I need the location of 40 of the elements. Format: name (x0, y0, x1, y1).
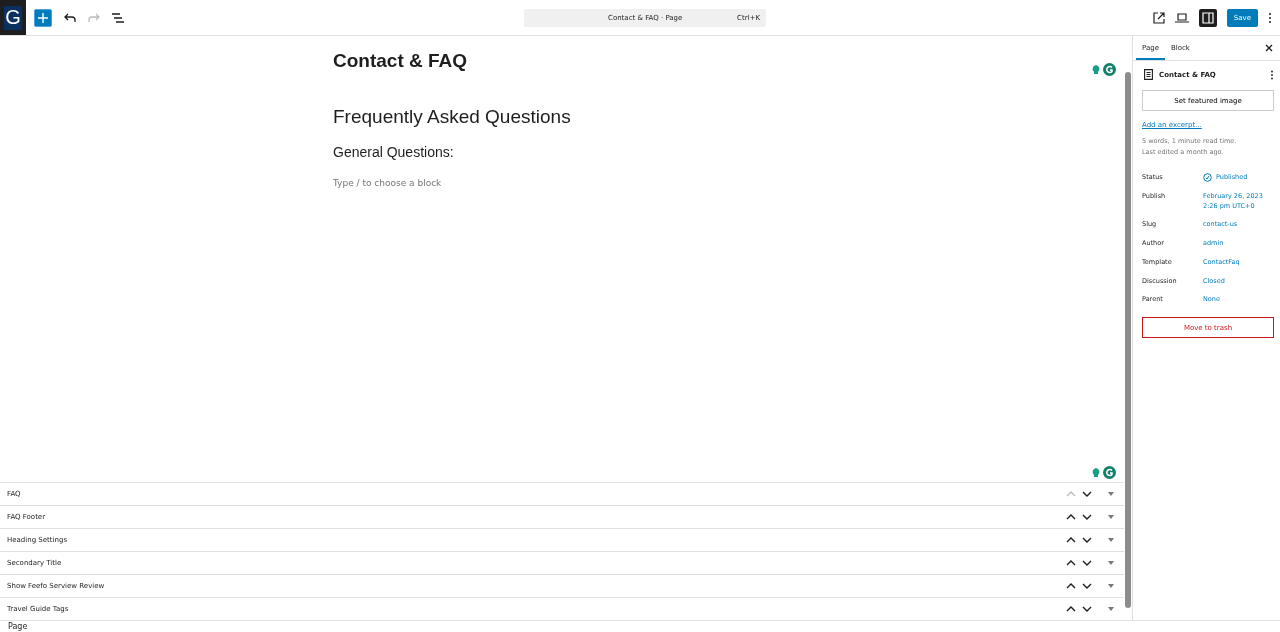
settings-toggle[interactable] (1198, 8, 1217, 27)
list-view-icon[interactable] (112, 12, 124, 23)
bulb-icon[interactable] (1091, 466, 1101, 479)
move-up-icon[interactable] (1066, 514, 1076, 520)
move-up-icon[interactable] (1066, 583, 1076, 589)
move-down-icon[interactable] (1082, 537, 1092, 543)
block-placeholder[interactable]: Type / to choose a block (333, 178, 793, 188)
toggle-icon[interactable] (1108, 515, 1114, 519)
more-options-icon[interactable] (1268, 11, 1272, 24)
heading-block[interactable]: Frequently Asked Questions (333, 106, 793, 128)
move-down-icon[interactable] (1082, 606, 1092, 612)
move-down-icon[interactable] (1082, 583, 1092, 589)
page-icon (1144, 69, 1153, 80)
heading-block[interactable]: General Questions: (333, 144, 793, 160)
grammar-icon[interactable] (1103, 63, 1116, 76)
bulb-icon[interactable] (1091, 63, 1101, 76)
published-icon (1203, 173, 1212, 182)
toggle-icon[interactable] (1108, 492, 1114, 496)
toggle-icon[interactable] (1108, 561, 1114, 565)
breadcrumb[interactable]: Page (8, 622, 28, 631)
site-logo[interactable]: G (0, 0, 26, 35)
move-up-icon[interactable] (1066, 560, 1076, 566)
move-down-icon[interactable] (1082, 491, 1092, 497)
page-title[interactable]: Contact & FAQ (333, 50, 793, 72)
move-up-icon[interactable] (1066, 537, 1076, 543)
plus-icon (38, 12, 48, 23)
sidebar-icon (1201, 11, 1214, 24)
add-block-button[interactable] (34, 8, 52, 27)
move-up-icon[interactable] (1066, 606, 1076, 612)
toggle-icon[interactable] (1108, 538, 1114, 542)
laptop-icon[interactable] (1174, 12, 1189, 23)
undo-icon[interactable] (64, 12, 76, 23)
move-down-icon[interactable] (1082, 514, 1092, 520)
toggle-icon[interactable] (1108, 607, 1114, 611)
move-down-icon[interactable] (1082, 560, 1092, 566)
external-link-icon[interactable] (1152, 11, 1165, 24)
grammar-icon[interactable] (1103, 466, 1116, 479)
toggle-icon[interactable] (1108, 584, 1114, 588)
more-options-icon[interactable] (1270, 69, 1274, 80)
close-icon[interactable] (1265, 44, 1273, 52)
